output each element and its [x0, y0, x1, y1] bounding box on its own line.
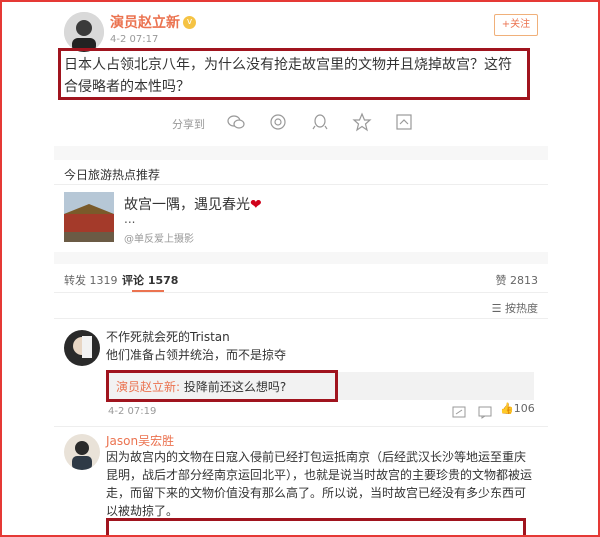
- outer-highlight-frame: [0, 0, 600, 537]
